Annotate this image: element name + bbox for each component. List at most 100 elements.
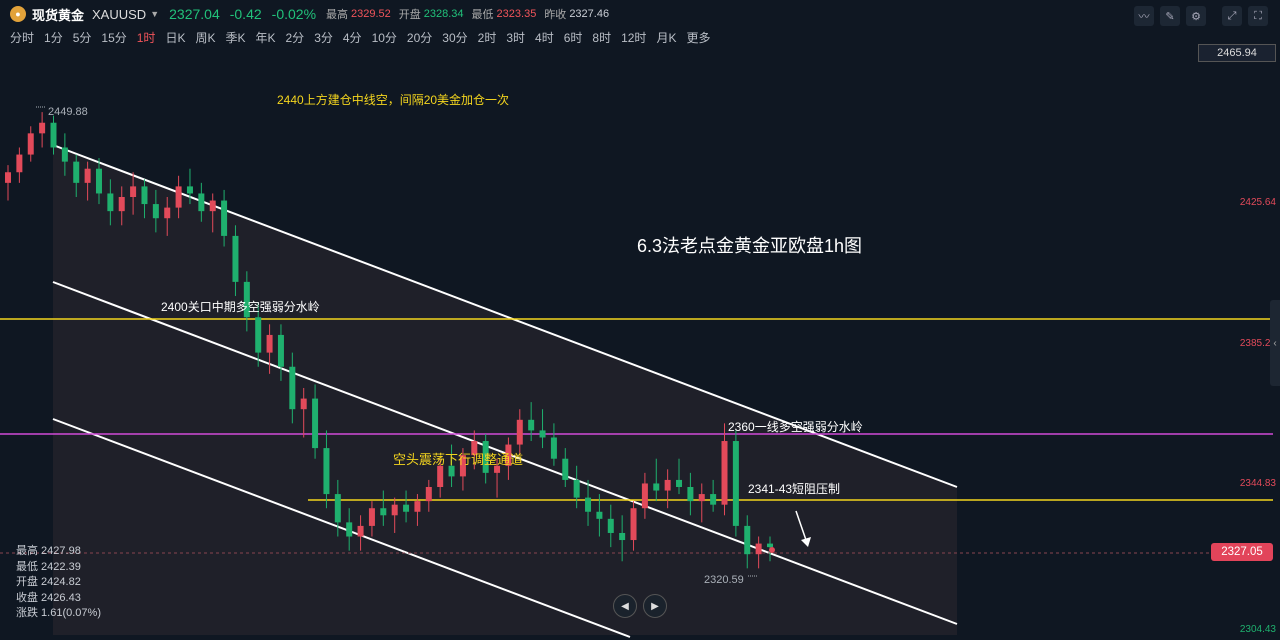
- tab-timeframe[interactable]: 1时: [137, 29, 156, 46]
- candle-body: [357, 525, 364, 537]
- candle-body: [403, 504, 410, 512]
- price-change: -0.42: [229, 6, 262, 22]
- fullscreen-icon[interactable]: ⛶: [1248, 6, 1268, 26]
- settings-icon[interactable]: ⚙: [1186, 6, 1206, 26]
- candle-body: [562, 458, 569, 480]
- tab-timeframe[interactable]: 季K: [225, 29, 245, 46]
- candle-body: [118, 197, 125, 212]
- candle-body: [698, 494, 705, 502]
- prev-close-value: 2327.46: [569, 8, 610, 20]
- annotation-label: 2400关口中期多空强弱分水岭: [161, 299, 320, 314]
- gold-logo-icon: ●: [10, 6, 26, 22]
- open-value: 2328.34: [423, 8, 464, 20]
- candle-body: [607, 518, 614, 533]
- bar-low: 最低 2422.39: [16, 560, 81, 573]
- candle-body: [448, 465, 455, 477]
- candle-body: [641, 483, 648, 509]
- tab-timeframe[interactable]: 4时: [535, 29, 554, 46]
- candle-body: [300, 398, 307, 410]
- tab-timeframe[interactable]: 8时: [592, 29, 611, 46]
- prev-close-label: 昨收: [544, 9, 567, 21]
- toolbar: 〰 ✎ ⚙ ⤢ ⛶: [1134, 6, 1268, 26]
- low-label: 最低: [471, 9, 494, 21]
- candle-body: [312, 398, 319, 449]
- candle-body: [619, 532, 626, 541]
- candle-body: [414, 501, 421, 512]
- tab-timeframe[interactable]: 2分: [286, 29, 305, 46]
- candle-body: [141, 186, 148, 205]
- candle-body: [550, 437, 557, 459]
- candle-body: [653, 483, 660, 491]
- next-icon[interactable]: ▶: [643, 594, 667, 618]
- tab-timeframe[interactable]: 年K: [255, 29, 275, 46]
- candle-body: [39, 122, 46, 134]
- candle-body: [710, 494, 717, 505]
- candle-body: [539, 430, 546, 438]
- low-marker-label: 2320.59: [704, 574, 744, 586]
- tab-timeframe[interactable]: 15分: [101, 29, 126, 46]
- high-label: 最高: [326, 9, 349, 21]
- candle-body: [232, 235, 239, 282]
- candle-body: [255, 317, 262, 353]
- tab-timeframe[interactable]: 更多: [686, 29, 710, 46]
- candle-body: [721, 441, 728, 505]
- tab-timeframe[interactable]: 月K: [656, 29, 676, 46]
- candle-body: [175, 186, 182, 208]
- tab-timeframe[interactable]: 周K: [195, 29, 215, 46]
- tab-timeframe[interactable]: 4分: [343, 29, 362, 46]
- tab-timeframe[interactable]: 3时: [506, 29, 525, 46]
- candle-body: [50, 122, 57, 148]
- symbol-name: 现货黄金: [32, 7, 85, 23]
- draw-pen-icon[interactable]: ✎: [1160, 6, 1180, 26]
- candle-body: [528, 419, 535, 431]
- y-tick-label: 2425.64: [1240, 197, 1277, 208]
- tab-timeframe[interactable]: 2时: [478, 29, 497, 46]
- candle-body: [630, 508, 637, 541]
- current-price-tag: 2327.05: [1211, 543, 1273, 561]
- last-price-dot: [769, 547, 775, 553]
- tab-timeframe[interactable]: 日K: [165, 29, 185, 46]
- candle-body: [266, 334, 273, 353]
- tab-timeframe[interactable]: 20分: [407, 29, 432, 46]
- chart-title: 6.3法老点金黄金亚欧盘1h图: [637, 236, 862, 256]
- side-panel-toggle-icon[interactable]: ‹: [1270, 300, 1280, 386]
- candle-body: [277, 334, 284, 367]
- candlestick-chart[interactable]: 2425.642385.232344.832304.432449.882320.…: [0, 46, 1280, 640]
- chevron-down-icon[interactable]: ▼: [150, 9, 159, 19]
- candle-body: [732, 441, 739, 526]
- prev-icon[interactable]: ◀: [613, 594, 637, 618]
- candle-body: [130, 186, 137, 197]
- indicator-icon[interactable]: 〰: [1134, 6, 1154, 26]
- low-value: 2323.35: [496, 8, 537, 20]
- bar-close: 收盘 2426.43: [16, 591, 81, 604]
- candle-body: [164, 207, 171, 219]
- candle-body: [5, 172, 11, 183]
- tab-timeframe[interactable]: 1分: [44, 29, 63, 46]
- candle-body: [198, 193, 205, 212]
- candle-body: [73, 161, 80, 183]
- tab-timeframe[interactable]: 分时: [10, 29, 34, 46]
- tab-timeframe[interactable]: 10分: [372, 29, 397, 46]
- expand-icon[interactable]: ⤢: [1222, 6, 1242, 26]
- bar-open: 开盘 2424.82: [16, 576, 81, 588]
- top-price-box: 2465.94: [1198, 44, 1276, 62]
- candle-body: [596, 511, 603, 519]
- candle-body: [61, 147, 68, 162]
- candle-body: [391, 504, 398, 516]
- tab-timeframe[interactable]: 6时: [564, 29, 583, 46]
- candle-body: [755, 543, 762, 555]
- tab-timeframe[interactable]: 3分: [314, 29, 333, 46]
- candle-body: [425, 487, 432, 502]
- tab-timeframe[interactable]: 5分: [73, 29, 92, 46]
- candle-body: [437, 465, 444, 487]
- candle-body: [516, 419, 523, 445]
- quote-header: ● 现货黄金 XAUUSD ▼ 2327.04 -0.42 -0.02% 最高 …: [0, 0, 1280, 28]
- annotation-label: 2440上方建仓中线空，间隔20美金加仓一次: [277, 92, 509, 107]
- tab-timeframe[interactable]: 30分: [442, 29, 467, 46]
- candle-body: [334, 494, 341, 523]
- tab-timeframe[interactable]: 12时: [621, 29, 646, 46]
- symbol-code[interactable]: XAUUSD: [92, 7, 146, 22]
- timeframe-bar: 分时 1分 5分 15分 1时 日K 周K 季K 年K 2分 3分 4分 10分 20分 30分 2时 3时 4时…: [0, 28, 710, 46]
- candle-body: [289, 366, 296, 410]
- y-tick-label: 2344.83: [1240, 478, 1277, 489]
